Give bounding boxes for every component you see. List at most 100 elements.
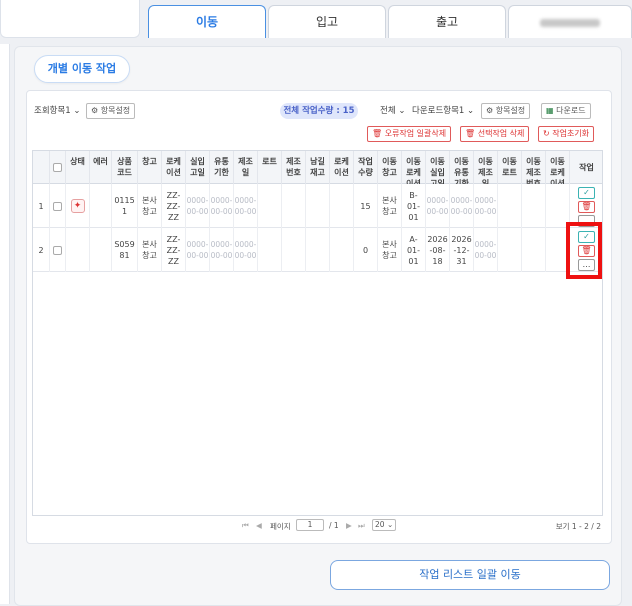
col-expiry: 유통 기한 <box>210 151 234 184</box>
move-mfg-date-cell: 0000- 00-00 <box>474 184 498 228</box>
download-button[interactable]: ▦ 다운로드 <box>541 103 591 119</box>
mfg-no-cell <box>282 228 306 272</box>
move-in-date-cell: 0000- 00-00 <box>426 184 450 228</box>
delete-selected-jobs-button[interactable]: 🗑 선택작업 삭제 <box>460 126 530 142</box>
col-move-mfg-date: 이동 제조 일 <box>474 151 498 184</box>
trash-icon[interactable]: 🗑 <box>578 201 595 213</box>
mfg-date-cell: 0000- 00-00 <box>234 228 258 272</box>
mfg-date-cell: 0000- 00-00 <box>234 184 258 228</box>
section-chip[interactable]: 개별 이동 작업 <box>34 55 130 83</box>
table-row: 2 S059 81 본사 창고 ZZ- ZZ- ZZ 0000- 00-00 0… <box>33 228 602 272</box>
warehouse-cell: 본사 창고 <box>138 184 162 228</box>
confirm-check-icon[interactable]: ✓ <box>578 187 595 199</box>
pager-summary: 보기 1 - 2 / 2 <box>555 522 601 531</box>
delete-error-jobs-button[interactable]: 🗑 오류작업 일괄삭제 <box>367 126 452 142</box>
product-code-cell: 0115 1 <box>112 184 138 228</box>
chevron-down-icon: ⌄ <box>386 520 394 529</box>
col-action: 작업 <box>570 151 602 184</box>
download-item-select[interactable]: 다운로드항목1 ⌄ <box>412 103 474 119</box>
select-all-checkbox[interactable] <box>53 163 62 172</box>
in-date-cell: 0000- 00-00 <box>186 228 210 272</box>
move-location-cell: A- 01- 01 <box>402 228 426 272</box>
location-cell: ZZ- ZZ- ZZ <box>162 184 186 228</box>
col-lot: 로트 <box>258 151 282 184</box>
query-item-select[interactable]: 조회항목1 ⌄ <box>34 103 81 119</box>
tab-outbound[interactable]: 출고 <box>388 5 506 38</box>
bulk-move-button[interactable]: 작업 리스트 일괄 이동 <box>330 560 610 590</box>
col-mfg-date: 제조 일 <box>234 151 258 184</box>
location-extra-cell <box>330 184 354 228</box>
row-checkbox[interactable] <box>53 245 62 255</box>
tab-bar: 이동 입고 출고 <box>148 5 632 38</box>
move-warehouse-cell: 본사 창고 <box>378 228 402 272</box>
remaining-stock-cell <box>306 184 330 228</box>
in-date-cell: 0000- 00-00 <box>186 184 210 228</box>
next-page-icon[interactable]: ▶ <box>346 521 352 530</box>
query-settings-button[interactable]: ⚙ 항목설정 <box>86 103 136 119</box>
product-code-cell: S059 81 <box>112 228 138 272</box>
row-checkbox[interactable] <box>53 201 62 211</box>
col-in-date: 실입 고일 <box>186 151 210 184</box>
move-location-cell: B- 01- 01 <box>402 184 426 228</box>
move-mfg-no-cell <box>522 228 546 272</box>
lot-cell <box>258 184 282 228</box>
tab-inbound[interactable]: 입고 <box>268 5 386 38</box>
expiry-cell: 0000- 00-00 <box>210 228 234 272</box>
per-page-select[interactable]: 20 ⌄ <box>372 519 397 531</box>
top-left-card <box>0 0 140 38</box>
lot-cell <box>258 228 282 272</box>
error-status-icon[interactable]: ✦ <box>70 199 85 213</box>
blurred-label <box>540 18 600 27</box>
move-mfg-date-cell: 0000- 00-00 <box>474 228 498 272</box>
job-grid: 상태 에러 상품 코드 창고 로케 이션 실입 고일 유통 기한 제조 일 로트… <box>32 150 603 516</box>
col-status: 상태 <box>66 151 90 184</box>
chevron-down-icon: ⌄ <box>467 106 475 116</box>
col-no <box>33 151 50 184</box>
move-in-date-cell: 2026 -08- 18 <box>426 228 450 272</box>
col-location-extra: 로케 이션 … <box>330 151 354 184</box>
row-checkbox-cell <box>50 184 66 228</box>
col-move-mfg-no: 이동 제조 번호 <box>522 151 546 184</box>
mfg-no-cell <box>282 184 306 228</box>
col-move-location: 이동 로케 이션 <box>402 151 426 184</box>
col-product-code: 상품 코드 <box>112 151 138 184</box>
scope-select[interactable]: 전체 ⌄ <box>380 103 405 119</box>
grid-header: 상태 에러 상품 코드 창고 로케 이션 실입 고일 유통 기한 제조 일 로트… <box>33 151 602 184</box>
col-remaining-stock: 남길 재고 … <box>306 151 330 184</box>
trash-icon: 🗑 <box>465 129 476 138</box>
reset-jobs-button[interactable]: ↻ 작업초기화 <box>538 126 595 142</box>
col-mfg-no: 제조 번호 <box>282 151 306 184</box>
page-input[interactable]: 1 <box>296 519 324 531</box>
tab-move[interactable]: 이동 <box>148 5 266 38</box>
chevron-down-icon: ⌄ <box>398 106 406 116</box>
download-settings-button[interactable]: ⚙ 항목설정 <box>481 103 531 119</box>
move-warehouse-cell: 본사 창고 <box>378 184 402 228</box>
row-number: 1 <box>33 184 50 228</box>
move-mfg-no-cell <box>522 184 546 228</box>
gear-icon: ⚙ <box>486 106 494 115</box>
tab-hidden[interactable] <box>508 5 632 38</box>
status-cell <box>66 228 90 272</box>
error-cell <box>90 228 112 272</box>
col-error: 에러 <box>90 151 112 184</box>
last-page-icon[interactable]: ⏭ <box>358 521 365 531</box>
col-move-lot: 이동 로트 <box>498 151 522 184</box>
col-move-warehouse: 이동 창고 <box>378 151 402 184</box>
remaining-stock-cell <box>306 228 330 272</box>
move-lot-cell <box>498 184 522 228</box>
col-location: 로케 이션 <box>162 151 186 184</box>
highlight-box <box>566 222 602 279</box>
location-cell: ZZ- ZZ- ZZ <box>162 228 186 272</box>
page-label: 페이지 <box>270 522 291 531</box>
chevron-down-icon: ⌄ <box>73 106 81 116</box>
col-move-expiry: 이동 유통 기한 <box>450 151 474 184</box>
warehouse-cell: 본사 창고 <box>138 228 162 272</box>
first-page-icon[interactable]: ⏮ <box>242 521 249 531</box>
total-quantity-badge: 전체 작업수량 : 15 <box>280 103 358 119</box>
prev-page-icon[interactable]: ◀ <box>256 521 262 530</box>
excel-icon: ▦ <box>546 106 554 115</box>
row-checkbox-cell <box>50 228 66 272</box>
qty-cell: 0 <box>354 228 378 272</box>
grid-pager: ⏮ ◀ 페이지 1 / 1 ▶ ⏭ 20 ⌄ 보기 1 - 2 / 2 <box>32 516 603 536</box>
page-total: / 1 <box>329 521 339 530</box>
